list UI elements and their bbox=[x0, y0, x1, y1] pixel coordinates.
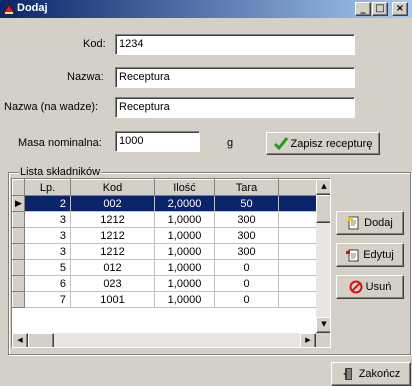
maximize-button[interactable]: □ bbox=[372, 2, 388, 16]
exit-door-icon bbox=[342, 368, 352, 380]
cell-tara[interactable]: 50 bbox=[214, 195, 279, 212]
cell-filler bbox=[278, 275, 319, 292]
cell-kod[interactable]: 1001 bbox=[70, 291, 155, 308]
minimize-button[interactable]: _ bbox=[355, 2, 371, 16]
cell-lp[interactable]: 5 bbox=[24, 259, 71, 276]
cell-tara[interactable]: 0 bbox=[214, 291, 279, 308]
cell-lp[interactable]: 3 bbox=[24, 227, 71, 244]
edit-document-icon bbox=[346, 249, 359, 262]
cell-kod[interactable]: 1212 bbox=[70, 211, 155, 228]
scroll-corner bbox=[316, 333, 330, 347]
usun-button[interactable]: Usuń bbox=[336, 275, 404, 299]
edytuj-label: Edytuj bbox=[363, 249, 394, 261]
cell-lp[interactable]: 2 bbox=[24, 195, 71, 212]
cell-tara[interactable]: 300 bbox=[214, 211, 279, 228]
zakoncz-button[interactable]: Zakończ bbox=[331, 362, 411, 386]
cell-lp[interactable]: 6 bbox=[24, 275, 71, 292]
zakoncz-label: Zakończ bbox=[358, 368, 401, 380]
row-indicator bbox=[12, 291, 25, 308]
cell-ilosc[interactable]: 1,0000 bbox=[154, 243, 215, 260]
ingredients-grid[interactable]: Lp. Kod Ilość Tara ▶ 2 002 2,0000 50 3 1… bbox=[11, 178, 331, 348]
vertical-scroll-thumb[interactable] bbox=[316, 195, 330, 223]
ingredients-table: Lp. Kod Ilość Tara ▶ 2 002 2,0000 50 3 1… bbox=[12, 179, 319, 308]
add-document-icon bbox=[348, 216, 359, 230]
cell-kod[interactable]: 1212 bbox=[70, 243, 155, 260]
cell-filler bbox=[278, 291, 319, 308]
app-icon bbox=[3, 4, 15, 14]
cell-kod[interactable]: 023 bbox=[70, 275, 155, 292]
cell-kod[interactable]: 002 bbox=[70, 195, 155, 212]
table-row[interactable]: 5 012 1,0000 0 bbox=[12, 259, 319, 276]
header-kod[interactable]: Kod bbox=[70, 179, 155, 196]
row-indicator bbox=[12, 211, 25, 228]
horizontal-scrollbar[interactable]: ◀ ▶ bbox=[12, 333, 316, 347]
kod-label: Kod: bbox=[83, 38, 106, 50]
cell-tara[interactable]: 300 bbox=[214, 243, 279, 260]
header-filler bbox=[278, 179, 319, 196]
row-indicator bbox=[12, 227, 25, 244]
cell-filler bbox=[278, 259, 319, 276]
cell-lp[interactable]: 3 bbox=[24, 211, 71, 228]
zapisz-recepture-label: Zapisz recepturę bbox=[290, 137, 373, 150]
table-row[interactable]: 7 1001 1,0000 0 bbox=[12, 291, 319, 308]
cell-ilosc[interactable]: 1,0000 bbox=[154, 259, 215, 276]
zapisz-recepture-button[interactable]: Zapisz recepturę bbox=[266, 132, 380, 155]
window-title: Dodaj bbox=[17, 2, 48, 14]
cell-lp[interactable]: 3 bbox=[24, 243, 71, 260]
cell-ilosc[interactable]: 2,0000 bbox=[154, 195, 215, 212]
cell-tara[interactable]: 0 bbox=[214, 275, 279, 292]
nazwa-input[interactable]: Receptura bbox=[115, 67, 355, 88]
header-ilosc[interactable]: Ilość bbox=[154, 179, 215, 196]
table-header: Lp. Kod Ilość Tara bbox=[12, 179, 319, 196]
masa-label: Masa nominalna: bbox=[18, 137, 102, 149]
scroll-left-button[interactable]: ◀ bbox=[12, 333, 28, 347]
kod-input[interactable]: 1234 bbox=[115, 34, 355, 55]
horizontal-scroll-thumb[interactable] bbox=[28, 333, 54, 347]
dodaj-label: Dodaj bbox=[364, 217, 393, 229]
row-indicator-icon: ▶ bbox=[12, 195, 25, 212]
scroll-down-button[interactable]: ▼ bbox=[316, 317, 330, 333]
cell-lp[interactable]: 7 bbox=[24, 291, 71, 308]
cell-filler bbox=[278, 195, 319, 212]
nazwa-label: Nazwa: bbox=[67, 71, 104, 83]
table-row[interactable]: 6 023 1,0000 0 bbox=[12, 275, 319, 292]
close-button[interactable]: × bbox=[392, 2, 408, 16]
row-indicator bbox=[12, 275, 25, 292]
cell-kod[interactable]: 012 bbox=[70, 259, 155, 276]
edytuj-button[interactable]: Edytuj bbox=[336, 243, 404, 267]
cell-filler bbox=[278, 211, 319, 228]
cell-filler bbox=[278, 227, 319, 244]
header-tara[interactable]: Tara bbox=[214, 179, 279, 196]
checkmark-icon bbox=[273, 137, 288, 150]
table-row[interactable]: 3 1212 1,0000 300 bbox=[12, 227, 319, 244]
cell-filler bbox=[278, 243, 319, 260]
scroll-up-button[interactable]: ▲ bbox=[316, 179, 330, 195]
usun-label: Usuń bbox=[365, 281, 392, 293]
cell-tara[interactable]: 0 bbox=[214, 259, 279, 276]
masa-unit: g bbox=[227, 137, 234, 149]
nazwa-wadze-label: Nazwa (na wadze): bbox=[4, 101, 99, 113]
cell-tara[interactable]: 300 bbox=[214, 227, 279, 244]
title-bar[interactable]: Dodaj _ □ × bbox=[0, 0, 412, 18]
nazwa-wadze-input[interactable]: Receptura bbox=[115, 97, 355, 118]
dodaj-button[interactable]: Dodaj bbox=[336, 211, 404, 235]
header-lp[interactable]: Lp. bbox=[24, 179, 71, 196]
lista-skladnikow-title: Lista składników bbox=[19, 166, 102, 178]
delete-icon bbox=[349, 280, 363, 294]
cell-ilosc[interactable]: 1,0000 bbox=[154, 227, 215, 244]
scroll-right-button[interactable]: ▶ bbox=[300, 333, 316, 347]
cell-ilosc[interactable]: 1,0000 bbox=[154, 275, 215, 292]
masa-input[interactable]: 1000 bbox=[115, 131, 200, 152]
table-row[interactable]: ▶ 2 002 2,0000 50 bbox=[12, 195, 319, 212]
header-indicator bbox=[12, 179, 25, 196]
cell-ilosc[interactable]: 1,0000 bbox=[154, 291, 215, 308]
cell-kod[interactable]: 1212 bbox=[70, 227, 155, 244]
cell-ilosc[interactable]: 1,0000 bbox=[154, 211, 215, 228]
table-row[interactable]: 3 1212 1,0000 300 bbox=[12, 211, 319, 228]
vertical-scrollbar[interactable]: ▲ ▼ bbox=[316, 179, 330, 333]
row-indicator bbox=[12, 243, 25, 260]
table-row[interactable]: 3 1212 1,0000 300 bbox=[12, 243, 319, 260]
row-indicator bbox=[12, 259, 25, 276]
